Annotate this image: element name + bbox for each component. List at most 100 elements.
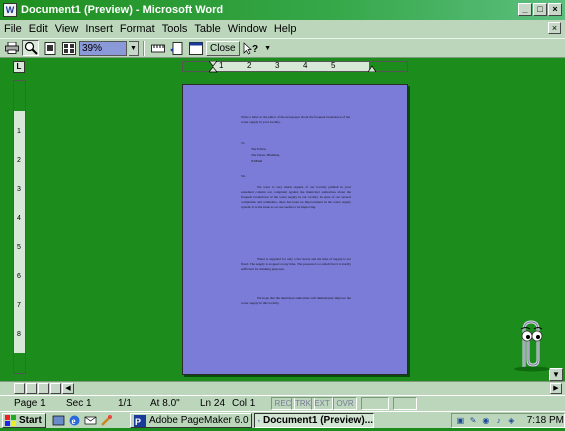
menu-table[interactable]: Table xyxy=(194,23,220,35)
office-assistant-paperclip-icon[interactable] xyxy=(508,318,552,372)
status-bar: Page 1 Sec 1 1/1 At 8.0" Ln 24 Col 1 REC… xyxy=(0,395,565,411)
taskbar-word-button[interactable]: W Document1 (Preview)... xyxy=(254,413,374,428)
document-close-button[interactable]: × xyxy=(548,22,561,34)
horizontal-scrollbar[interactable]: ◀ ▶ xyxy=(0,381,565,395)
menu-tools[interactable]: Tools xyxy=(162,23,188,35)
windows-logo-icon xyxy=(5,415,16,426)
ruler-number: 1 xyxy=(219,61,224,70)
address-line: XXPAR xyxy=(251,159,263,163)
ruler-number: 5 xyxy=(331,61,336,70)
zoom-select[interactable]: 39% xyxy=(79,40,127,56)
menu-bar: File Edit View Insert Format Tools Table… xyxy=(0,20,565,38)
help-question-mark: ? xyxy=(252,44,258,55)
tray-network-icon[interactable]: ▣ xyxy=(455,415,466,426)
start-button[interactable]: Start xyxy=(2,413,46,428)
close-window-button[interactable]: × xyxy=(548,3,562,16)
one-page-icon[interactable] xyxy=(41,40,58,56)
tray-app-icon[interactable]: ◈ xyxy=(506,415,517,426)
start-label: Start xyxy=(19,415,42,426)
ruler-number: 4 xyxy=(303,61,308,70)
vertical-ruler-bottom-margin xyxy=(14,353,25,373)
outlook-express-icon[interactable] xyxy=(84,414,97,427)
tray-volume-icon[interactable]: ♪ xyxy=(493,415,504,426)
pagemaker-icon: P xyxy=(134,414,146,427)
show-desktop-icon[interactable] xyxy=(52,414,65,427)
print-preview-toolbar: 39% ▼ Close ? ▼ xyxy=(0,38,565,58)
menu-window[interactable]: Window xyxy=(228,23,267,35)
status-page: Page 1 xyxy=(14,398,46,409)
document-page[interactable]: Write a letter to the editor of the news… xyxy=(182,84,408,375)
status-language-box xyxy=(361,397,389,410)
status-page-count: 1/1 xyxy=(118,398,132,409)
chevron-down-icon[interactable]: ▼ xyxy=(129,40,139,56)
taskbar-clock[interactable]: 7:18 PM xyxy=(527,415,564,426)
vruler-number: 3 xyxy=(17,186,21,193)
shrink-to-fit-icon[interactable] xyxy=(168,40,185,56)
vertical-ruler[interactable]: 1 2 3 4 5 6 7 8 xyxy=(13,80,26,374)
task-label: Adobe PageMaker 6.0 xyxy=(149,415,249,426)
menu-file[interactable]: File xyxy=(4,23,22,35)
horizontal-ruler[interactable]: 1 2 3 4 5 xyxy=(182,61,408,73)
toolbar-separator xyxy=(143,40,145,56)
menu-help[interactable]: Help xyxy=(274,23,297,35)
vruler-number: 6 xyxy=(17,273,21,280)
channels-icon[interactable] xyxy=(100,414,113,427)
view-ruler-icon[interactable] xyxy=(149,40,166,56)
taskbar-pagemaker-button[interactable]: P Adobe PageMaker 6.0 xyxy=(130,413,252,428)
word-document-icon: W xyxy=(258,419,260,422)
internet-explorer-icon[interactable]: e xyxy=(68,414,81,427)
address-line: The Dawn, Bhubhan, xyxy=(251,153,281,157)
tray-tool-icon[interactable]: ✎ xyxy=(468,415,479,426)
address-line: The Editor, xyxy=(251,147,267,151)
letter-paragraph: We hope that the municipal authorities w… xyxy=(241,296,351,305)
status-ovr[interactable]: OVR xyxy=(333,397,357,410)
ruler-row: L 1 2 3 4 5 xyxy=(0,58,565,76)
menu-edit[interactable]: Edit xyxy=(29,23,48,35)
tray-schedule-icon[interactable]: ◉ xyxy=(481,415,492,426)
normal-view-button[interactable] xyxy=(14,383,25,394)
magnifier-icon[interactable] xyxy=(22,40,39,56)
menu-format[interactable]: Format xyxy=(120,23,155,35)
letter-heading: Write a letter to the editor of the news… xyxy=(241,115,351,124)
indent-marker-icon[interactable] xyxy=(209,61,218,73)
outline-view-button[interactable] xyxy=(50,383,61,394)
status-column: Col 1 xyxy=(232,398,256,409)
vruler-number: 4 xyxy=(17,215,21,222)
restore-button[interactable]: □ xyxy=(533,3,547,16)
scroll-left-arrow-icon[interactable]: ◀ xyxy=(62,383,74,394)
task-label: Document1 (Preview)... xyxy=(262,415,373,426)
letter-to: To xyxy=(241,141,245,145)
status-ext[interactable]: EXT xyxy=(311,397,333,410)
menu-insert[interactable]: Insert xyxy=(85,23,113,35)
menu-view[interactable]: View xyxy=(55,23,79,35)
vruler-number: 8 xyxy=(17,331,21,338)
right-indent-marker-icon[interactable] xyxy=(368,64,376,72)
status-section: Sec 1 xyxy=(66,398,92,409)
web-layout-view-button[interactable] xyxy=(26,383,37,394)
multiple-pages-icon[interactable] xyxy=(60,40,77,56)
context-help-icon[interactable]: ? xyxy=(242,40,262,56)
vruler-number: 7 xyxy=(17,302,21,309)
letter-paragraph: Water is supplied for only a few hours a… xyxy=(241,257,351,271)
window-controls: _ □ × xyxy=(518,3,562,16)
toolbar-options-chevron-icon[interactable]: ▼ xyxy=(264,41,272,56)
ruler-number: 3 xyxy=(275,61,280,70)
full-screen-icon[interactable] xyxy=(187,40,204,56)
print-layout-view-button[interactable] xyxy=(38,383,49,394)
title-bar: W Document1 (Preview) - Microsoft Word _… xyxy=(0,0,565,20)
letter-salutation: Sir, xyxy=(241,174,246,178)
close-preview-button[interactable]: Close xyxy=(206,40,240,56)
vruler-number: 1 xyxy=(17,128,21,135)
svg-text:e: e xyxy=(72,416,76,426)
scroll-right-arrow-icon[interactable]: ▶ xyxy=(550,383,562,394)
minimize-button[interactable]: _ xyxy=(518,3,532,16)
print-icon[interactable] xyxy=(3,40,20,56)
ruler-number: 2 xyxy=(247,61,252,70)
letter-paragraph: We want to very much request of our loca… xyxy=(241,185,351,209)
vertical-ruler-top-margin xyxy=(14,81,25,111)
word-app-icon[interactable]: W xyxy=(3,3,17,17)
system-tray: ▣ ✎ ◉ ♪ ◈ 7:18 PM xyxy=(451,413,565,428)
svg-text:P: P xyxy=(135,417,141,427)
status-line: Ln 24 xyxy=(200,398,226,409)
tab-selector-button[interactable]: L xyxy=(13,61,25,73)
